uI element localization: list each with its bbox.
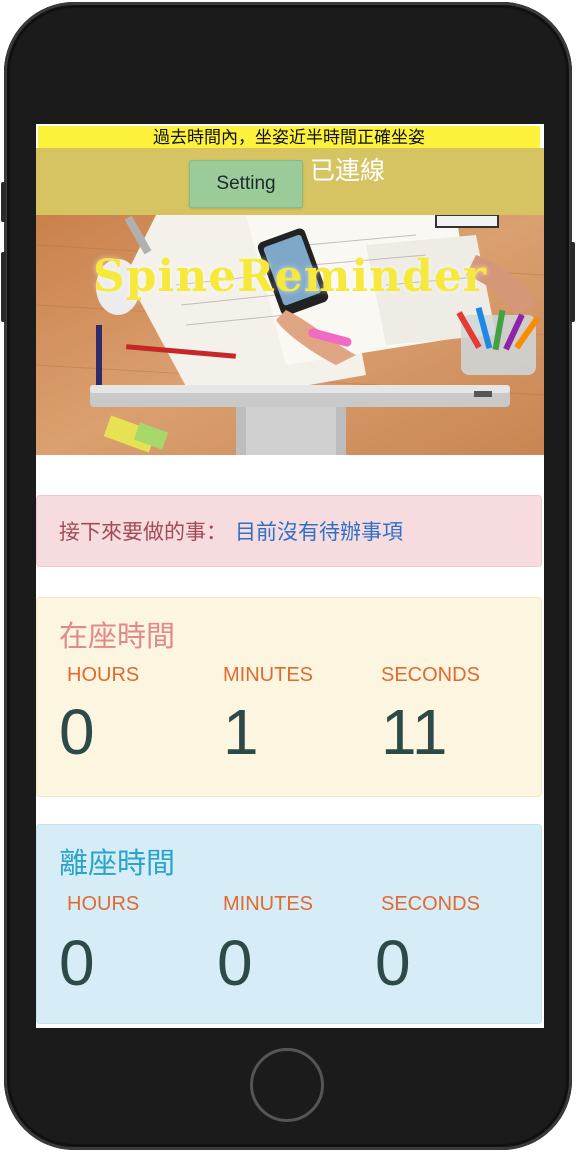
away-timer-title: 離座時間	[59, 846, 176, 880]
away-minutes-value: 0	[217, 927, 253, 999]
seated-seconds-value: 11	[381, 696, 448, 768]
top-bar: Setting 已連線	[36, 148, 544, 215]
app-screen: 過去時間內，坐姿近半時間正確坐姿 Setting 已連線 SpineRemind…	[36, 124, 544, 1028]
away-hours-value: 0	[59, 927, 95, 999]
todo-label: 接下來要做的事：	[59, 520, 227, 544]
seated-hours-value: 0	[59, 696, 95, 768]
posture-status-banner: 過去時間內，坐姿近半時間正確坐姿	[38, 126, 540, 148]
setting-button[interactable]: Setting	[189, 160, 303, 208]
connection-status: 已連線	[310, 156, 386, 185]
away-seconds-value: 0	[375, 927, 411, 999]
hero-banner: SpineReminder	[36, 215, 544, 455]
seated-seconds-label: SECONDS	[381, 664, 480, 686]
phone-side-button	[1, 252, 6, 322]
todo-box: 接下來要做的事： 目前沒有待辦事項	[36, 495, 542, 567]
seated-minutes-value: 1	[223, 696, 259, 768]
app-title: SpineReminder	[92, 251, 487, 302]
away-timer-card: 離座時間 HOURS MINUTES SECONDS 0 0 0	[36, 824, 542, 1024]
away-seconds-label: SECONDS	[381, 893, 480, 915]
todo-value: 目前沒有待辦事項	[235, 520, 403, 544]
away-minutes-label: MINUTES	[223, 893, 313, 915]
seated-timer-card: 在座時間 HOURS MINUTES SECONDS 0 1 11	[36, 597, 542, 797]
phone-side-button	[570, 242, 575, 322]
away-hours-label: HOURS	[67, 893, 140, 915]
seated-hours-label: HOURS	[67, 664, 140, 686]
phone-side-button	[1, 182, 6, 222]
phone-home-button[interactable]	[250, 1048, 324, 1122]
seated-timer-title: 在座時間	[59, 619, 176, 653]
seated-minutes-label: MINUTES	[223, 664, 313, 686]
